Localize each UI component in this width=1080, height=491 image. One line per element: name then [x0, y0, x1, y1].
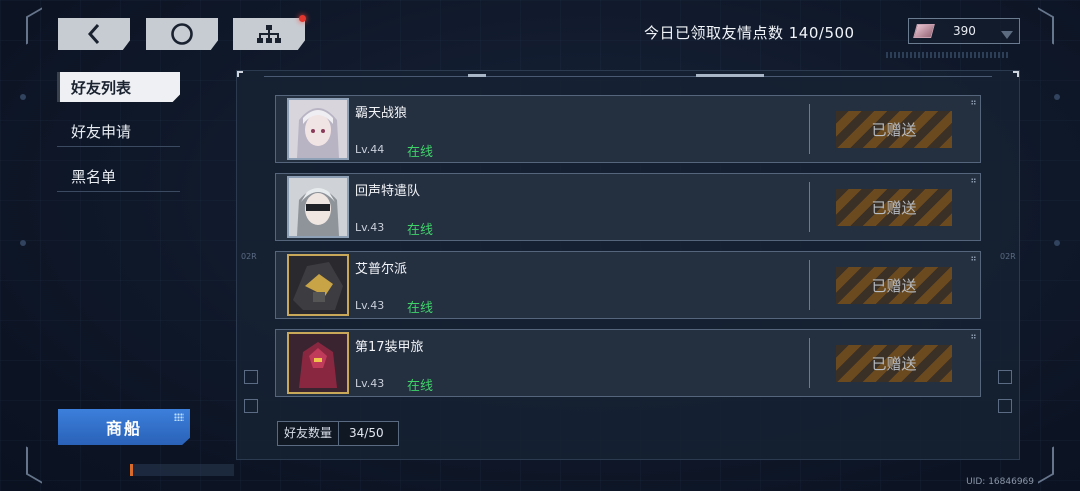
tab-label: 好友申请 — [71, 123, 132, 141]
shop-button-label: 商船 — [105, 419, 142, 438]
friend-row[interactable]: 艾普尔派 Lv.43 在线 已赠送 — [275, 251, 981, 319]
gift-sent-label: 已赠送 — [871, 199, 917, 217]
uid-text: UID: 16846969 — [966, 477, 1034, 487]
panel-tick — [696, 74, 764, 77]
row-dots-icon — [971, 100, 976, 105]
dots-decoration-icon — [174, 413, 184, 421]
side-dot — [1054, 240, 1060, 246]
panel-corner — [1013, 71, 1019, 77]
avatar[interactable] — [287, 176, 349, 238]
gift-sent-button[interactable]: 已赠送 — [836, 111, 952, 148]
friend-count-value: 34/50 — [349, 426, 384, 440]
friend-status: 在线 — [407, 379, 434, 394]
avatar[interactable] — [287, 254, 349, 316]
gift-sent-button[interactable]: 已赠送 — [836, 345, 952, 382]
row-dots-icon — [971, 178, 976, 183]
side-dot — [20, 240, 26, 246]
hierarchy-icon — [256, 24, 282, 44]
chevron-left-icon — [86, 23, 102, 45]
gift-sent-label: 已赠送 — [871, 355, 917, 373]
row-divider — [809, 260, 810, 310]
friend-status: 在线 — [407, 223, 434, 238]
row-divider — [809, 104, 810, 154]
deco-square — [998, 370, 1012, 384]
friend-level: Lv.43 — [355, 299, 385, 312]
side-label-left: 02R — [241, 252, 257, 261]
friend-row[interactable]: 回声特遣队 Lv.43 在线 已赠送 — [275, 173, 981, 241]
deco-square — [244, 399, 258, 413]
friend-count-label: 好友数量 — [278, 422, 340, 445]
home-button[interactable] — [146, 18, 218, 50]
friend-level: Lv.43 — [355, 221, 385, 234]
back-button[interactable] — [58, 18, 130, 50]
friendship-points-text: 今日已领取友情点数 140/500 — [644, 24, 855, 42]
side-label-right: 02R — [1000, 252, 1016, 261]
panel-top-line — [264, 76, 992, 77]
panel-corner — [237, 71, 243, 77]
friend-row[interactable]: 霸天战狼 Lv.44 在线 已赠送 — [275, 95, 981, 163]
barcode-decoration — [886, 52, 1010, 58]
friend-name: 回声特遣队 — [355, 184, 421, 199]
gift-sent-button[interactable]: 已赠送 — [836, 267, 952, 304]
hierarchy-button[interactable] — [233, 18, 305, 50]
avatar-portrait-icon — [289, 100, 347, 158]
gift-sent-button[interactable]: 已赠送 — [836, 189, 952, 226]
avatar[interactable] — [287, 98, 349, 160]
friend-status: 在线 — [407, 301, 434, 316]
deco-square — [244, 370, 258, 384]
row-divider — [809, 182, 810, 232]
friend-status: 在线 — [407, 145, 434, 160]
side-dot — [1054, 94, 1060, 100]
row-dots-icon — [971, 256, 976, 261]
avatar-mech-icon — [289, 256, 347, 314]
friend-name: 第17装甲旅 — [355, 340, 424, 355]
deco-square — [998, 399, 1012, 413]
shop-button[interactable]: 商船 — [58, 409, 190, 445]
friend-row[interactable]: 第17装甲旅 Lv.43 在线 已赠送 — [275, 329, 981, 397]
currency-display[interactable]: 390 — [908, 18, 1020, 44]
avatar-mech-icon — [289, 334, 347, 392]
bottom-decoration — [130, 464, 234, 476]
friend-count-box: 好友数量 34/50 — [277, 421, 399, 446]
currency-amount: 390 — [953, 24, 976, 38]
gift-sent-label: 已赠送 — [871, 277, 917, 295]
gift-sent-label: 已赠送 — [871, 121, 917, 139]
friend-name: 艾普尔派 — [355, 262, 408, 277]
bottom-decoration-accent — [130, 464, 133, 476]
friend-level: Lv.44 — [355, 143, 385, 156]
tab-label: 黑名单 — [71, 168, 117, 186]
tab-friend-list[interactable]: 好友列表 — [57, 72, 180, 102]
tab-blacklist[interactable]: 黑名单 — [57, 162, 180, 192]
avatar[interactable] — [287, 332, 349, 394]
friend-name: 霸天战狼 — [355, 106, 408, 121]
avatar-portrait-icon — [289, 178, 347, 236]
notification-dot — [299, 15, 306, 22]
circle-icon — [170, 22, 194, 46]
side-dot — [20, 94, 26, 100]
row-dots-icon — [971, 334, 976, 339]
panel-tick — [468, 74, 486, 77]
tab-label: 好友列表 — [71, 78, 132, 97]
row-divider — [809, 338, 810, 388]
gem-icon — [913, 24, 935, 38]
friend-level: Lv.43 — [355, 377, 385, 390]
dropdown-triangle-icon — [1001, 31, 1013, 39]
tab-friend-requests[interactable]: 好友申请 — [57, 117, 180, 147]
